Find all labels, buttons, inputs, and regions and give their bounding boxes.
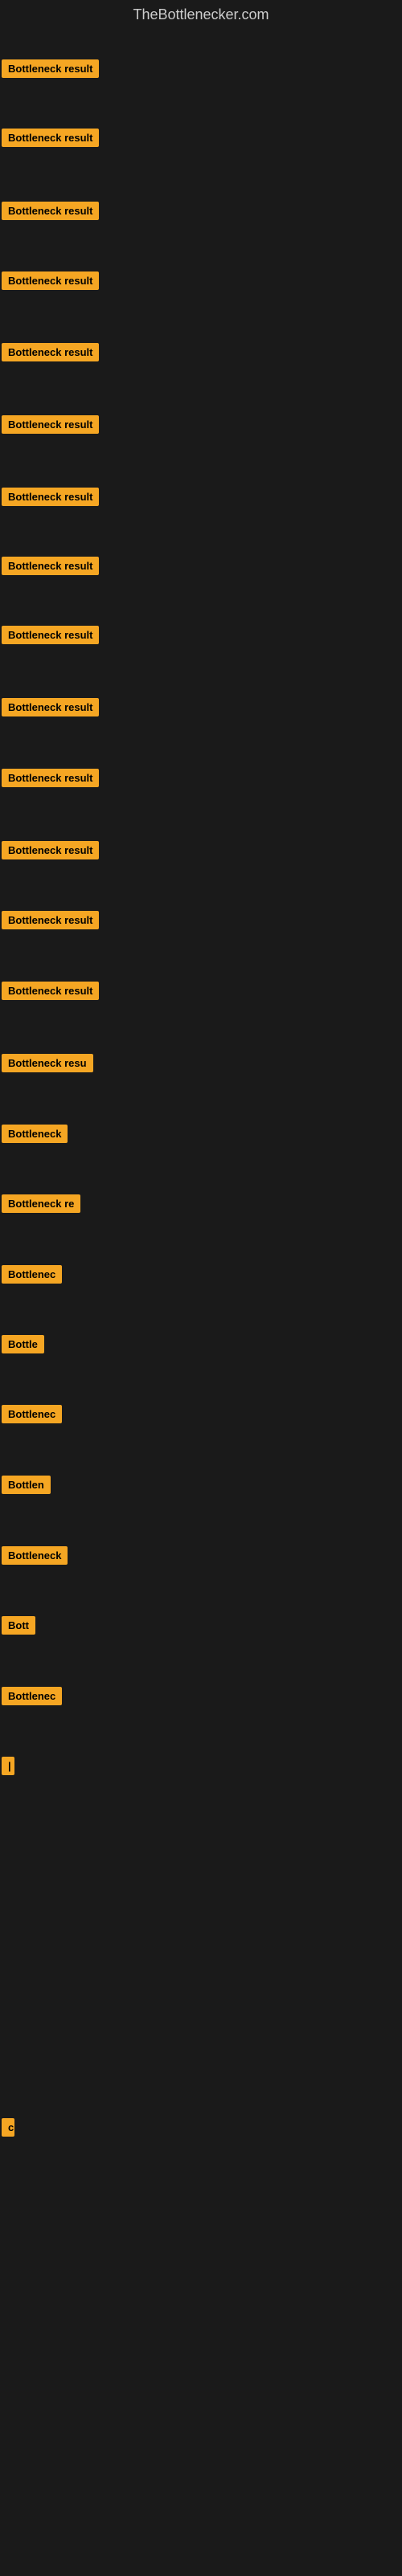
bottleneck-tag[interactable]: | [2, 1757, 14, 1775]
result-row: Bottleneck result [2, 488, 99, 510]
bottleneck-tag[interactable]: Bottleneck result [2, 982, 99, 1000]
bottleneck-tag[interactable]: Bottleneck result [2, 59, 99, 78]
bottleneck-tag[interactable]: Bottleneck result [2, 488, 99, 506]
bottleneck-tag[interactable]: Bottlenec [2, 1687, 62, 1705]
bottleneck-tag[interactable]: Bottle [2, 1335, 44, 1353]
result-row: Bottle [2, 1335, 44, 1357]
result-row: Bottlenec [2, 1265, 62, 1288]
bottleneck-tag[interactable]: Bottleneck result [2, 202, 99, 220]
result-row: Bottleneck result [2, 841, 99, 863]
result-row: Bott [2, 1616, 35, 1639]
result-row: Bottleneck [2, 1125, 68, 1147]
bottleneck-tag[interactable]: Bottleneck result [2, 769, 99, 787]
result-row: Bottleneck re [2, 1194, 80, 1217]
bottleneck-tag[interactable]: Bottleneck [2, 1546, 68, 1565]
bottleneck-tag[interactable]: Bottlenec [2, 1265, 62, 1284]
result-row: Bottleneck result [2, 982, 99, 1004]
result-row: Bottleneck result [2, 202, 99, 224]
bottleneck-tag[interactable]: Bottleneck result [2, 343, 99, 361]
result-row: Bottleneck result [2, 129, 99, 151]
bottleneck-tag[interactable]: Bottleneck result [2, 557, 99, 575]
bottleneck-tag[interactable]: Bottleneck resu [2, 1054, 93, 1072]
site-title: TheBottlenecker.com [0, 0, 402, 30]
result-row: c [2, 2118, 14, 2141]
result-row: Bottleneck result [2, 626, 99, 648]
result-row: Bottleneck result [2, 557, 99, 579]
result-row: Bottleneck result [2, 59, 99, 82]
result-row: Bottleneck [2, 1546, 68, 1569]
bottleneck-tag[interactable]: Bottlenec [2, 1405, 62, 1423]
bottleneck-tag[interactable]: Bottleneck result [2, 129, 99, 147]
bottleneck-tag[interactable]: Bottleneck result [2, 415, 99, 434]
result-row: Bottleneck result [2, 698, 99, 721]
result-row: Bottleneck result [2, 415, 99, 438]
bottleneck-tag[interactable]: Bottleneck result [2, 698, 99, 716]
bottleneck-tag[interactable]: Bottleneck [2, 1125, 68, 1143]
result-row: Bottlenec [2, 1405, 62, 1427]
bottleneck-tag[interactable]: Bottleneck result [2, 626, 99, 644]
result-row: Bottleneck result [2, 343, 99, 365]
result-row: Bottleneck resu [2, 1054, 93, 1076]
result-row: Bottleneck result [2, 271, 99, 294]
bottleneck-tag[interactable]: Bottleneck result [2, 841, 99, 859]
bottleneck-tag[interactable]: c [2, 2118, 14, 2137]
result-row: Bottleneck result [2, 769, 99, 791]
bottleneck-tag[interactable]: Bottlen [2, 1476, 51, 1494]
bottleneck-tag[interactable]: Bottleneck result [2, 271, 99, 290]
bottleneck-tag[interactable]: Bott [2, 1616, 35, 1635]
result-row: | [2, 1757, 14, 1779]
bottleneck-tag[interactable]: Bottleneck result [2, 911, 99, 929]
result-row: Bottlen [2, 1476, 51, 1498]
result-row: Bottleneck result [2, 911, 99, 933]
bottleneck-tag[interactable]: Bottleneck re [2, 1194, 80, 1213]
result-row: Bottlenec [2, 1687, 62, 1709]
